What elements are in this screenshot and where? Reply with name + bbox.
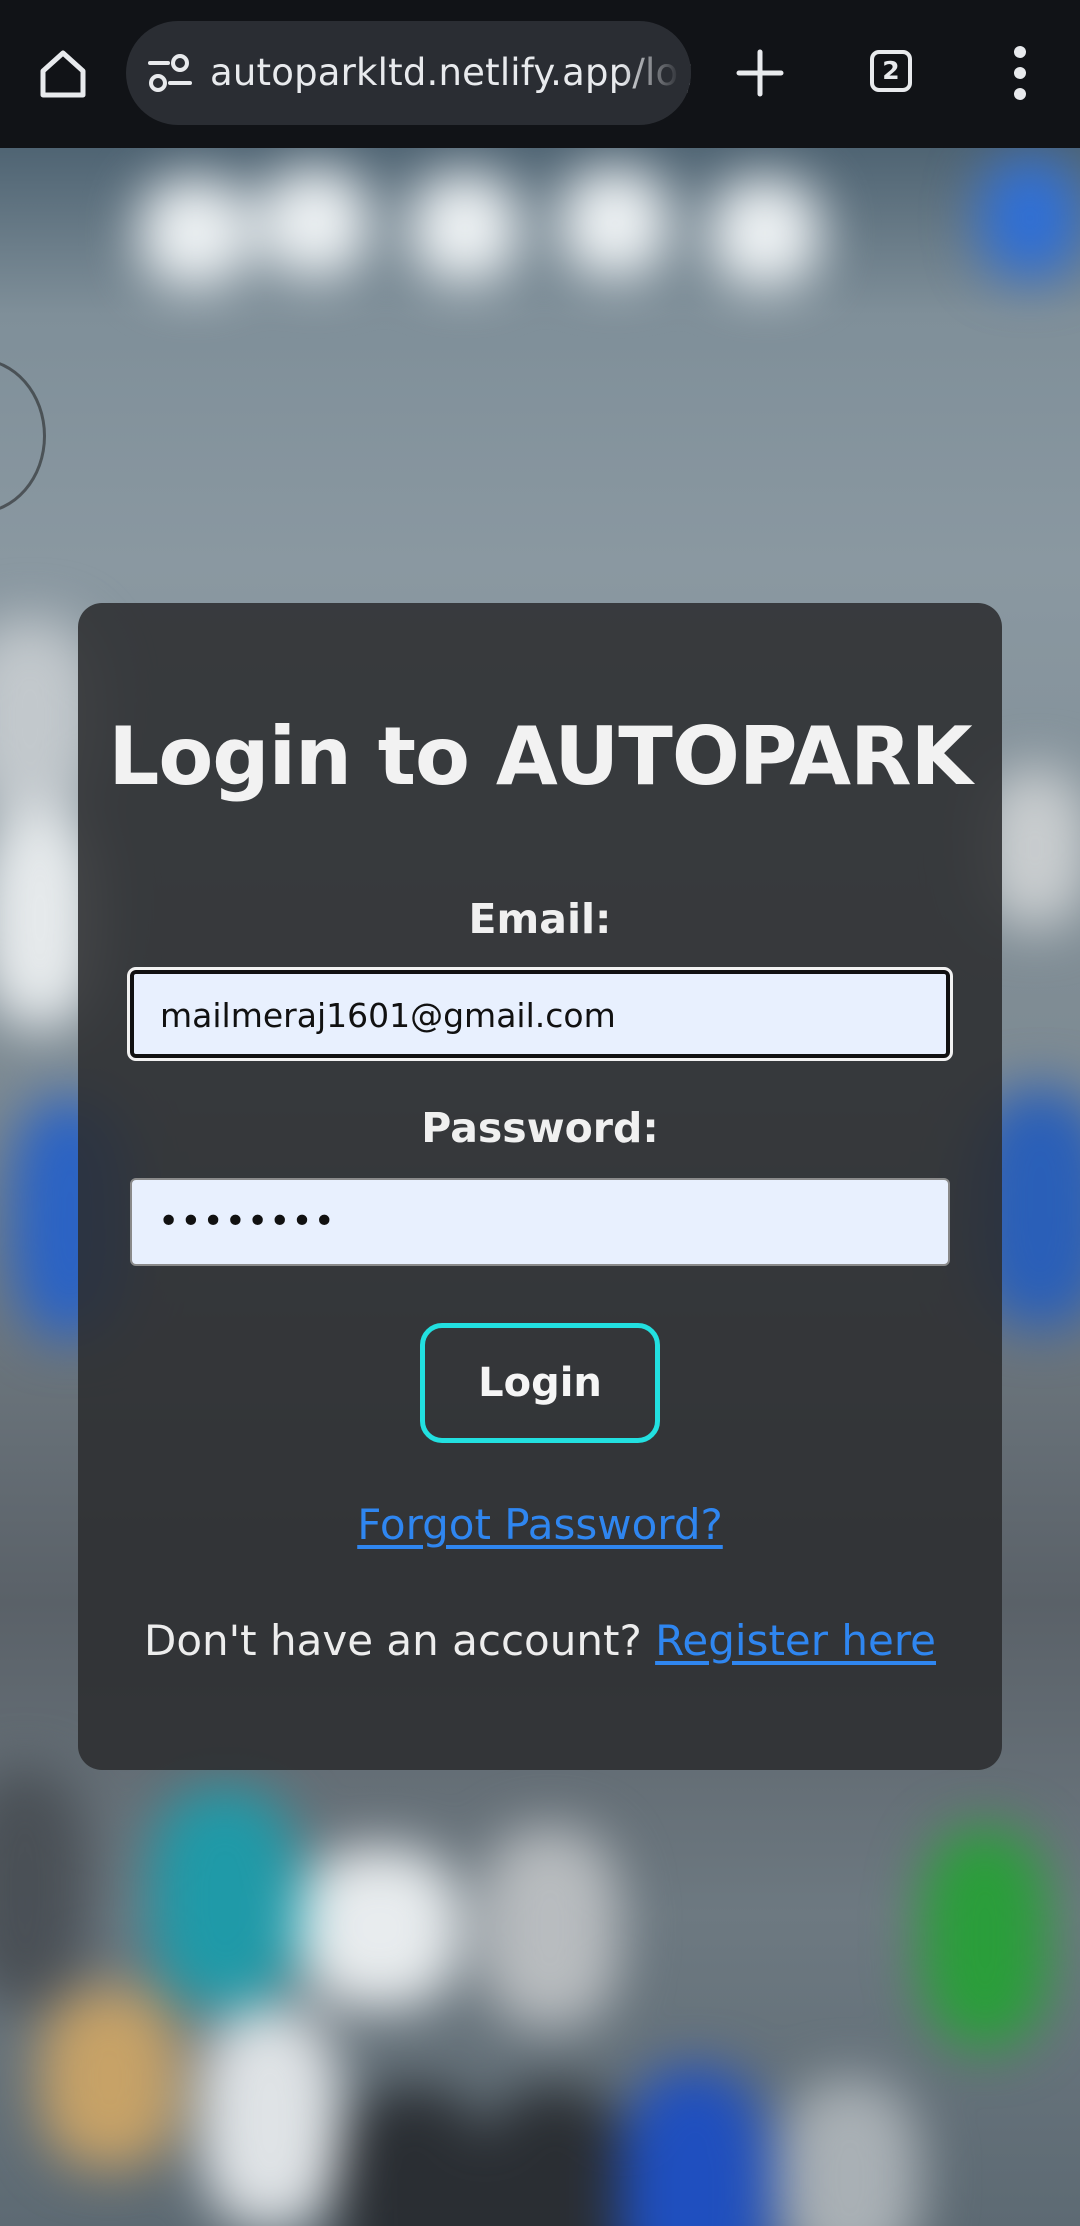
email-label: Email: (468, 895, 612, 943)
url-fade (621, 21, 691, 125)
site-info-icon[interactable] (148, 53, 192, 93)
address-bar[interactable]: autoparkltd.netlify.app/log (126, 21, 691, 125)
plus-icon (736, 49, 784, 97)
register-row: Don't have an account? Register here (0, 1616, 1080, 1665)
browser-toolbar: autoparkltd.netlify.app/log 2 (0, 0, 1080, 148)
page-title: Login to AUTOPARK (108, 710, 972, 803)
password-field[interactable]: •••••••• (130, 1178, 950, 1266)
home-icon (40, 50, 86, 98)
register-link[interactable]: Register here (655, 1616, 936, 1665)
tab-switcher-button[interactable]: 2 (858, 38, 928, 108)
register-prompt: Don't have an account? (143, 1616, 642, 1665)
email-field[interactable]: mailmeraj1601@gmail.com (127, 967, 953, 1061)
login-button[interactable]: Login (420, 1323, 660, 1443)
password-label: Password: (421, 1104, 659, 1152)
new-tab-button[interactable] (725, 38, 795, 108)
forgot-password-link[interactable]: Forgot Password? (357, 1500, 723, 1549)
more-options-button[interactable] (985, 38, 1055, 108)
forgot-password-row: Forgot Password? (0, 1500, 1080, 1549)
url-text[interactable]: autoparkltd.netlify.app/log (210, 21, 691, 125)
more-vert-icon (1014, 46, 1026, 100)
tab-count: 2 (870, 50, 912, 92)
home-button[interactable] (28, 38, 98, 108)
